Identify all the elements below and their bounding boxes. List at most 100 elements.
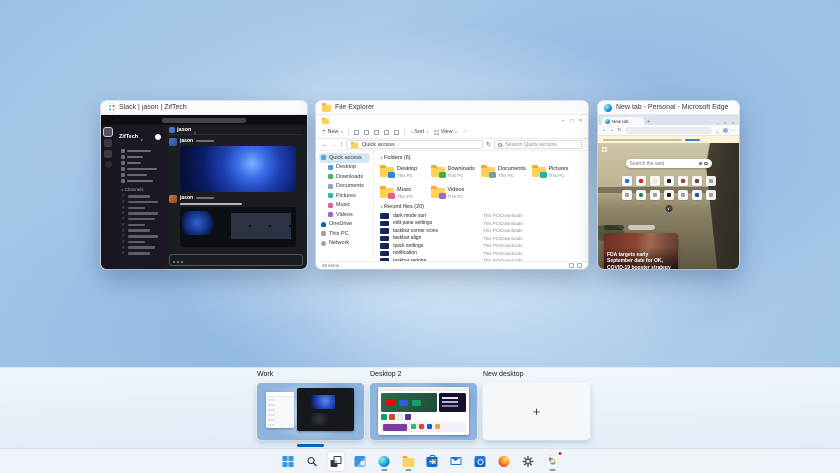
slack-sidebar-menu — [119, 150, 163, 183]
folder-icon — [380, 167, 394, 177]
chevron-down-icon — [193, 121, 196, 139]
mini-slack-window — [297, 388, 354, 431]
file-explorer-icon — [322, 105, 331, 112]
folder-icon — [328, 165, 333, 170]
feed-filter-pills — [604, 225, 655, 230]
folder-tile: PicturesThis PC — [532, 163, 583, 181]
plus-icon: + — [533, 405, 541, 418]
explorer-search-input: Search Quick access — [494, 140, 582, 149]
window-thumbnail-edge[interactable]: New tab - Personal - Microsoft Edge New … — [598, 101, 739, 269]
active-desktop-indicator — [297, 444, 324, 447]
task-view-screen: Slack | jason | ZifTech ZifTech — [0, 0, 840, 473]
view-icon — [434, 130, 439, 135]
search-button[interactable] — [304, 452, 321, 471]
slack-icon — [547, 456, 558, 467]
blue-app-icon — [475, 456, 486, 467]
edge-taskbar-button[interactable] — [376, 452, 393, 471]
scroll-down-icon — [665, 205, 672, 212]
folders-group-header: Folders (6) — [384, 155, 411, 161]
avatar — [169, 195, 177, 203]
recent-file-row: quick settings This PC\Downloads — [380, 242, 582, 250]
window-thumbnail-slack[interactable]: Slack | jason | ZifTech ZifTech — [101, 101, 307, 269]
explorer-sidebar-item: Pictures — [319, 191, 370, 201]
file-thumbnail — [380, 228, 389, 234]
task-view-button[interactable] — [328, 452, 345, 471]
web-search-input: Search the web — [626, 159, 712, 168]
view-button: View — [434, 129, 457, 135]
start-button[interactable] — [280, 452, 297, 471]
edge-icon — [379, 456, 390, 467]
folder-grid: DesktopThis PC DownloadsThis PC Document… — [380, 163, 582, 202]
slack-sidebar: ZifTech Channels — [115, 125, 165, 269]
settings-taskbar-button[interactable] — [520, 452, 537, 471]
sort-button: Sort — [410, 129, 429, 135]
slack-message: jason — [169, 138, 303, 192]
folder-icon — [328, 203, 333, 208]
desktop-tile-work[interactable] — [257, 383, 364, 440]
window-thumbnail-titlebar: File Explorer — [316, 101, 588, 115]
widgets-icon — [355, 456, 366, 467]
mini-explorer-window — [266, 392, 294, 428]
window-thumbnail-titlebar: New tab - Personal - Microsoft Edge — [598, 101, 739, 115]
explorer-status-bar: 26 items — [316, 261, 588, 269]
explorer-sidebar-item: Quick access — [319, 153, 370, 163]
slack-workspace-rail — [101, 125, 115, 269]
avatar — [169, 127, 175, 133]
new-tab-page: Search the web FDA targets early Septemb… — [598, 143, 739, 269]
folder-tile: DocumentsThis PC — [481, 163, 532, 181]
mini-store-window — [378, 387, 469, 435]
edge-icon — [605, 119, 610, 124]
blue-app-taskbar-button[interactable] — [472, 452, 489, 471]
chevron-down-icon — [341, 129, 344, 135]
folder-icon — [351, 142, 358, 148]
back-icon — [322, 142, 328, 148]
widgets-button[interactable] — [352, 452, 369, 471]
edge-toolbar — [598, 125, 739, 136]
folder-icon — [321, 222, 326, 227]
file-thumbnail — [380, 213, 389, 219]
chevron-right-icon — [398, 142, 400, 148]
firefox-icon — [499, 456, 510, 467]
window-title: New tab - Personal - Microsoft Edge — [616, 104, 728, 111]
slack-channel-title: jason — [177, 127, 191, 133]
microphone-icon — [699, 162, 702, 165]
recent-group-header: Recent files (20) — [384, 204, 424, 210]
edge-icon — [604, 104, 612, 112]
explorer-sidebar-item: This PC — [319, 229, 370, 239]
file-explorer-taskbar-button[interactable] — [400, 452, 417, 471]
cut-icon — [354, 130, 359, 135]
rename-icon — [374, 130, 379, 135]
slack-icon — [107, 104, 115, 112]
folder-tile: VideosThis PC — [431, 184, 482, 202]
folder-icon — [321, 231, 326, 236]
slack-message-pane: jason jason jason — [165, 125, 307, 269]
item-count: 26 items — [322, 263, 339, 268]
recent-file-row: dark mode sun This PC\Downloads — [380, 212, 582, 220]
quick-link-tiles — [622, 176, 716, 186]
folder-icon — [328, 193, 333, 198]
news-headline: FDA targets early September date for OK,… — [607, 252, 675, 270]
windows-start-icon — [283, 456, 294, 467]
firefox-taskbar-button[interactable] — [496, 452, 513, 471]
explorer-command-bar: New Sort View ··· — [316, 126, 588, 139]
window-thumbnail-file-explorer[interactable]: File Explorer New Sort View ··· — [316, 101, 588, 269]
desktop-tile-2[interactable] — [370, 383, 477, 440]
folder-icon — [481, 167, 495, 177]
delete-icon — [394, 130, 399, 135]
folder-tile: MusicThis PC — [380, 184, 431, 202]
store-taskbar-button[interactable] — [424, 452, 441, 471]
explorer-content: Folders (6) DesktopThis PC DownloadsThis — [374, 151, 588, 261]
refresh-icon — [486, 142, 491, 148]
folder-icon — [321, 241, 326, 246]
search-icon — [704, 162, 708, 166]
slack-taskbar-button[interactable] — [544, 452, 561, 471]
file-thumbnail — [380, 221, 389, 227]
new-desktop-button[interactable]: + — [483, 383, 590, 440]
chevron-down-icon — [426, 129, 429, 135]
explorer-sidebar-item: Music — [319, 201, 370, 211]
settings-gear-icon — [523, 456, 534, 467]
explorer-sidebar-item: Documents — [319, 182, 370, 192]
folder-tile: DesktopThis PC — [380, 163, 431, 181]
mail-taskbar-button[interactable] — [448, 452, 465, 471]
explorer-sidebar-item: OneDrive — [319, 220, 370, 230]
